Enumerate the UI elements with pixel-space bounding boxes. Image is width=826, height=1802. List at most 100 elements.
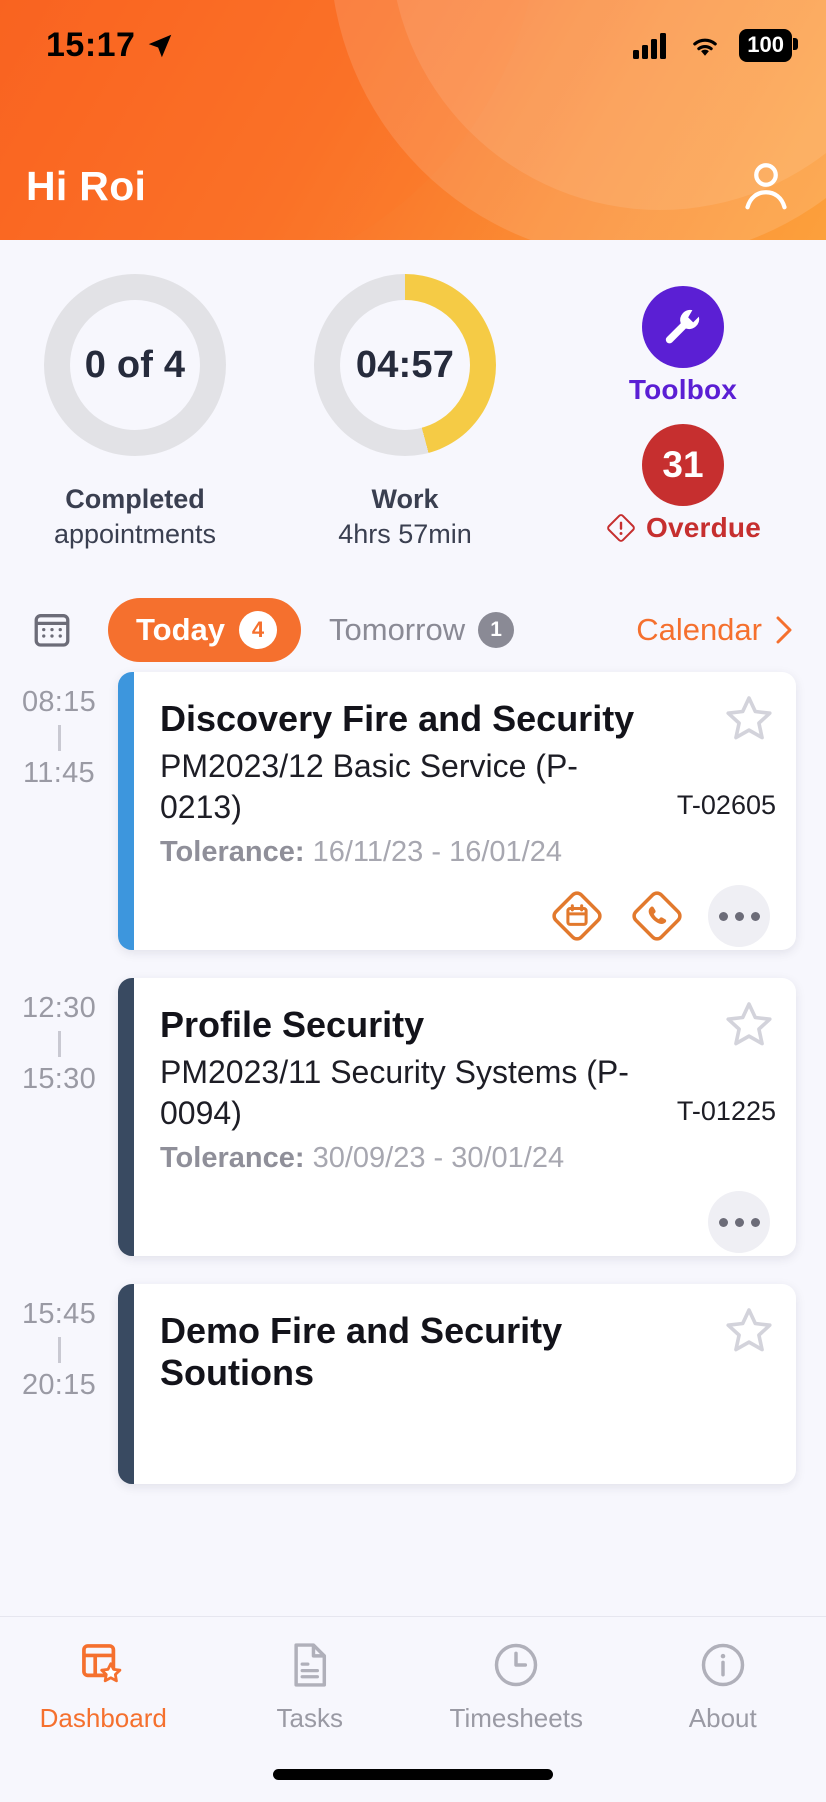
work-label-line1: Work (371, 484, 439, 514)
tab-today-badge: 4 (239, 611, 277, 649)
time-divider (57, 1337, 61, 1363)
appointment-time-range: 12:30 15:30 (0, 978, 118, 1256)
star-outline-icon[interactable] (720, 1302, 778, 1360)
appointment-card[interactable]: Demo Fire and Security Soutions (118, 1284, 796, 1484)
nav-item-timesheets[interactable]: Timesheets (413, 1639, 620, 1734)
overdue-button[interactable]: 31 Overdue (605, 424, 761, 544)
appointment-time-range: 15:45 20:15 (0, 1284, 118, 1484)
appointment-start-time: 15:45 (21, 1298, 97, 1330)
appointment-time-range: 08:15 11:45 (0, 672, 118, 950)
calendar-diamond-icon[interactable] (548, 887, 606, 945)
appointment-card[interactable]: Discovery Fire and Security PM2023/12 Ba… (118, 672, 796, 950)
work-value: 04:57 (355, 343, 455, 386)
more-dot (734, 911, 744, 921)
completed-value: 0 of 4 (84, 343, 186, 386)
appointment-title: Discovery Fire and Security (160, 698, 635, 739)
appointment-start-time: 12:30 (21, 992, 97, 1024)
tab-tomorrow-label: Tomorrow (329, 612, 466, 647)
location-arrow-icon (149, 34, 172, 57)
calendar-link-label: Calendar (636, 612, 762, 647)
completed-label-line1: Completed (65, 484, 205, 514)
appointment-card-body: Discovery Fire and Security PM2023/12 Ba… (134, 672, 796, 950)
completed-label: Completed appointments (54, 482, 216, 551)
appointment-actions (160, 885, 770, 948)
appointment-ticket: T-01225 (676, 1096, 776, 1126)
warning-diamond-icon (607, 514, 635, 542)
star-outline-icon[interactable] (720, 996, 778, 1054)
bottom-navigation: Dashboard Tasks Timesheets About (0, 1616, 826, 1802)
calendar-grid-icon (34, 614, 70, 647)
appointment-row: 15:45 20:15 Demo Fire and Security Souti… (0, 1284, 796, 1484)
appointment-card-body: Profile Security PM2023/11 Security Syst… (134, 978, 796, 1256)
appointment-row: 12:30 15:30 Profile Security PM2023/11 S… (0, 978, 796, 1256)
more-options-icon[interactable] (708, 885, 770, 948)
tab-today[interactable]: Today 4 (108, 598, 301, 662)
appointment-accent-bar (118, 1284, 134, 1484)
time-divider (57, 725, 61, 751)
completed-donut-chart: 0 of 4 (44, 274, 226, 456)
calendar-grid-button[interactable] (30, 608, 76, 652)
toolbox-circle[interactable] (641, 286, 724, 368)
completed-label-line2: appointments (53, 518, 217, 549)
more-dot (718, 1217, 728, 1227)
appointment-card[interactable]: Profile Security PM2023/11 Security Syst… (118, 978, 796, 1256)
overdue-label: Overdue (646, 512, 761, 543)
status-bar: 15:17 100 (0, 0, 826, 65)
more-dot (734, 1217, 744, 1227)
more-dot (750, 911, 760, 921)
wrench-icon (665, 309, 700, 344)
chevron-right-icon (776, 616, 792, 644)
greeting-row: Hi Roi (0, 156, 826, 216)
nav-item-tasks[interactable]: Tasks (207, 1639, 414, 1734)
tolerance-label: Tolerance: (160, 1142, 305, 1175)
overdue-count: 31 (662, 444, 704, 485)
appointment-accent-bar (118, 978, 134, 1256)
dashboard-star-icon (82, 1644, 122, 1683)
tab-tomorrow-badge: 1 (478, 612, 515, 648)
star-outline-icon[interactable] (720, 690, 778, 748)
appointment-row: 08:15 11:45 Discovery Fire and Security … (0, 672, 796, 950)
nav-label-about: About (688, 1703, 757, 1733)
stat-work[interactable]: 04:57 Work 4hrs 57min (270, 274, 540, 551)
app-header: 15:17 100 Hi Roi (0, 0, 826, 240)
calendar-link[interactable]: Calendar (636, 612, 796, 648)
time-divider (57, 1031, 61, 1057)
appointment-tolerance: Tolerance: 16/11/23 - 16/01/24 (160, 836, 770, 869)
nav-item-dashboard[interactable]: Dashboard (0, 1639, 207, 1734)
more-options-icon[interactable] (708, 1191, 770, 1254)
toolbox-button[interactable]: Toolbox (629, 286, 737, 406)
tolerance-value: 16/11/23 - 16/01/24 (312, 836, 562, 869)
cellular-signal-icon (633, 32, 667, 59)
tab-tomorrow[interactable]: Tomorrow 1 (329, 612, 515, 648)
overdue-caption: Overdue (605, 512, 761, 544)
work-donut-chart: 04:57 (314, 274, 496, 456)
home-indicator (273, 1769, 553, 1780)
day-tab-row: Today 4 Tomorrow 1 Calendar (0, 588, 826, 672)
wifi-icon (693, 38, 718, 56)
appointment-accent-bar (118, 672, 134, 950)
appointment-actions (160, 1191, 770, 1254)
stat-completed[interactable]: 0 of 4 Completed appointments (0, 274, 270, 551)
overdue-circle[interactable]: 31 (642, 424, 724, 506)
more-dot (750, 1217, 760, 1227)
status-bar-indicators: 100 (633, 29, 798, 62)
status-time: 15:17 (46, 26, 136, 64)
tab-today-label: Today (136, 612, 225, 647)
appointment-end-time: 11:45 (23, 757, 95, 789)
appointment-start-time: 08:15 (21, 686, 97, 718)
work-label-line2: 4hrs 57min (338, 518, 472, 549)
greeting-text: Hi Roi (26, 162, 147, 209)
appointment-title: Demo Fire and Security Soutions (160, 1310, 563, 1394)
nav-item-about[interactable]: About (620, 1639, 826, 1734)
tolerance-value: 30/09/23 - 30/01/24 (312, 1142, 565, 1175)
work-donut-center: 04:57 (340, 300, 470, 430)
nav-label-timesheets: Timesheets (449, 1703, 583, 1733)
phone-diamond-icon[interactable] (628, 887, 686, 945)
nav-label-tasks: Tasks (276, 1703, 343, 1733)
info-circle-icon (701, 1643, 744, 1687)
nav-label-dashboard: Dashboard (39, 1703, 167, 1733)
side-stats: Toolbox 31 Overdue (540, 274, 826, 544)
appointment-ticket: T-02605 (676, 790, 776, 820)
completed-donut-center: 0 of 4 (70, 300, 200, 430)
person-icon[interactable] (736, 156, 796, 216)
